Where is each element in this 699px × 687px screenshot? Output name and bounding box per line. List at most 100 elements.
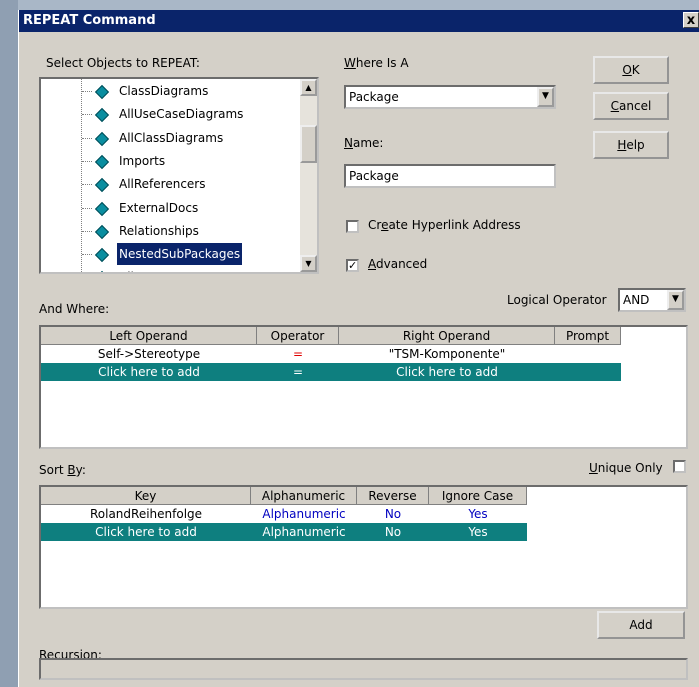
cell-alphanumeric: Alphanumeric <box>262 525 346 539</box>
tree-connector <box>82 184 92 186</box>
ok-accel: O <box>622 63 632 77</box>
diamond-icon <box>94 131 110 146</box>
tree-scrollbar[interactable]: ▲ ▼ <box>300 79 317 272</box>
unique-only-text: nique Only <box>597 461 663 475</box>
where-is-a-value: Package <box>349 90 399 104</box>
object-tree[interactable]: ClassDiagrams AllUseCaseDiagrams AllClassD… <box>39 77 319 274</box>
where-is-a-accel: W <box>344 56 356 70</box>
scroll-up-button[interactable]: ▲ <box>300 79 317 96</box>
diamond-icon <box>94 201 110 216</box>
sort-by-accel: B <box>67 463 76 477</box>
tree-item-label: AllUseC... <box>117 266 178 272</box>
close-button[interactable]: x <box>683 12 699 28</box>
logical-operator-label: Logical Operator <box>507 293 607 307</box>
col-left-operand[interactable]: Left Operand <box>41 327 257 345</box>
diamond-icon <box>94 248 110 263</box>
sort-by-text: y: <box>75 463 86 477</box>
add-button[interactable]: Add <box>597 611 685 639</box>
background-edge <box>0 0 18 687</box>
logical-operator-combo[interactable]: AND ▼ <box>618 288 686 312</box>
tree-item-label: Imports <box>119 153 166 168</box>
cell-right-operand: "TSM-Komponente" <box>388 347 506 361</box>
col-key[interactable]: Key <box>41 487 251 505</box>
tree-item-label: AllClassDiagrams <box>119 130 224 145</box>
cell-left-operand: Self->Stereotype <box>97 347 201 361</box>
help-accel: H <box>617 138 627 152</box>
cell-ignore-case: Yes <box>468 507 488 521</box>
tree-item[interactable]: AllReferencers <box>41 173 299 195</box>
table-row-add[interactable]: Click here to add = Click here to add <box>41 363 621 381</box>
cell-reverse: No <box>384 507 402 521</box>
ok-button[interactable]: OK <box>593 56 669 84</box>
repeat-command-dialog: REPEAT Command x Select Objects to REPEA… <box>18 10 699 687</box>
tree-item-label: ExternalDocs <box>119 200 199 215</box>
name-label: Name: <box>344 136 383 150</box>
table-row[interactable]: RolandReihenfolge Alphanumeric No Yes <box>41 505 527 523</box>
cell-operator: = <box>292 365 304 379</box>
cell-left-operand[interactable]: Click here to add <box>41 363 257 381</box>
tree-item[interactable]: Relationships <box>41 220 299 242</box>
advanced-text: dvanced <box>376 257 428 271</box>
select-objects-label: Select Objects to REPEAT: <box>46 56 200 70</box>
name-field[interactable]: Package <box>344 164 556 188</box>
diamond-icon <box>94 154 110 169</box>
tree-item[interactable]: AllUseCaseDiagrams <box>41 103 299 125</box>
scroll-down-button[interactable]: ▼ <box>300 255 317 272</box>
diamond-icon <box>94 271 110 272</box>
col-prompt[interactable]: Prompt <box>555 327 621 345</box>
cell-reverse: No <box>384 525 402 539</box>
cell-right-operand[interactable]: Click here to add <box>339 363 555 381</box>
cancel-button[interactable]: Cancel <box>593 92 669 120</box>
advanced-accel: A <box>368 257 376 271</box>
diamond-icon <box>94 84 110 100</box>
window-title: REPEAT Command <box>23 13 156 28</box>
sort-by-label: Sort By: <box>39 463 86 477</box>
scroll-thumb[interactable] <box>300 125 317 163</box>
tree-connector <box>82 137 92 139</box>
tree-item[interactable]: ExternalDocs <box>41 197 299 219</box>
tree-item-label: NestedSubPackages <box>115 242 244 267</box>
advanced-checkbox[interactable]: ✓ <box>346 259 359 272</box>
tree-item[interactable]: AllUseC... <box>41 266 299 272</box>
table-row[interactable]: Self->Stereotype = "TSM-Komponente" <box>41 345 621 363</box>
sort-by-grid[interactable]: Key Alphanumeric Reverse Ignore Case Rol… <box>39 485 688 609</box>
diamond-icon <box>94 108 110 123</box>
tree-item[interactable]: Imports <box>41 150 299 172</box>
unique-only-accel: U <box>589 461 598 475</box>
help-button[interactable]: Help <box>593 131 669 159</box>
where-is-a-combo[interactable]: Package ▼ <box>344 85 556 109</box>
tree-connector <box>82 91 92 92</box>
ok-text: K <box>631 63 640 77</box>
cancel-accel: C <box>610 99 620 113</box>
create-hyperlink-label: Create Hyperlink Address <box>368 218 521 232</box>
and-where-label: And Where: <box>39 302 110 316</box>
tree-connector <box>82 254 92 256</box>
cell-key: RolandReihenfolge <box>89 507 203 521</box>
chevron-down-icon[interactable]: ▼ <box>537 87 554 107</box>
diamond-icon <box>94 224 110 239</box>
col-ignore-case[interactable]: Ignore Case <box>429 487 527 505</box>
col-operator[interactable]: Operator <box>257 327 339 345</box>
help-text: elp <box>626 138 645 152</box>
name-label-text: ame: <box>352 136 384 150</box>
and-where-grid[interactable]: Left Operand Operator Right Operand Prom… <box>39 325 688 449</box>
cell-key[interactable]: Click here to add <box>41 523 251 541</box>
tree-item[interactable]: ClassDiagrams <box>41 80 299 102</box>
table-row-add[interactable]: Click here to add Alphanumeric No Yes <box>41 523 527 541</box>
unique-only-checkbox[interactable] <box>673 460 686 473</box>
recursion-field[interactable] <box>39 658 688 680</box>
cell-ignore-case: Yes <box>468 525 488 539</box>
tree-item[interactable]: NestedSubPackages <box>41 242 299 267</box>
col-reverse[interactable]: Reverse <box>357 487 429 505</box>
cell-alphanumeric: Alphanumeric <box>262 507 346 521</box>
col-alphanumeric[interactable]: Alphanumeric <box>251 487 357 505</box>
where-is-a-label: Where Is A <box>344 56 409 70</box>
chevron-down-icon[interactable]: ▼ <box>667 290 684 310</box>
create-hyperlink-checkbox[interactable] <box>346 220 359 233</box>
tree-item[interactable]: AllClassDiagrams <box>41 127 299 149</box>
col-right-operand[interactable]: Right Operand <box>339 327 555 345</box>
title-bar: REPEAT Command x <box>19 10 699 32</box>
hyperlink-text: ate Hyperlink Address <box>388 218 521 232</box>
cell-operator: = <box>292 347 304 361</box>
tree-connector <box>82 207 92 209</box>
